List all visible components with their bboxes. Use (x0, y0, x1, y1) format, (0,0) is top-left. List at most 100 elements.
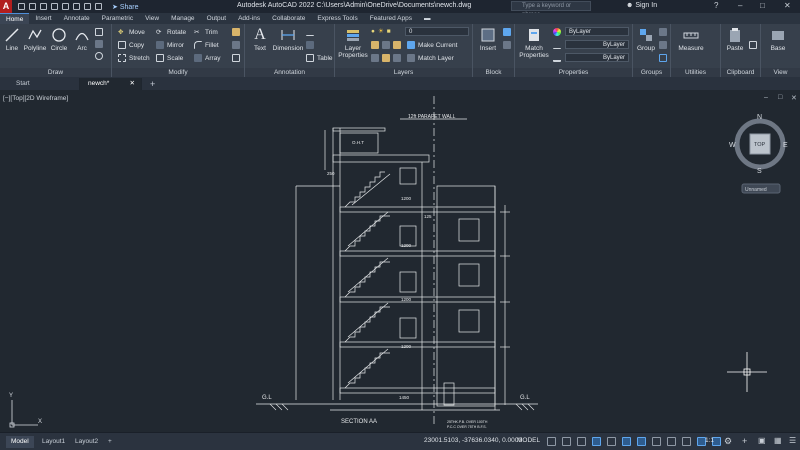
tab-view[interactable]: View (139, 13, 165, 24)
explode-icon[interactable] (232, 41, 240, 49)
polyline-button[interactable]: Polyline (22, 27, 48, 52)
ungroup-icon[interactable] (659, 28, 667, 36)
line-button[interactable]: Line (2, 27, 22, 52)
fillet-button[interactable]: Fillet (194, 41, 219, 49)
grid-icon[interactable] (547, 437, 556, 446)
copy-clip-icon[interactable] (749, 41, 757, 49)
search-input[interactable]: Type a keyword or phrase (511, 1, 591, 18)
text-button[interactable]: A Text (249, 27, 271, 53)
create-block-icon[interactable] (503, 28, 511, 36)
tab-parametric[interactable]: Parametric (96, 13, 139, 24)
lineweight-icon[interactable] (553, 54, 561, 62)
tab-express-tools[interactable]: Express Tools (311, 13, 363, 24)
model-space-toggle[interactable]: MODEL (517, 437, 540, 444)
lineweight-dropdown[interactable]: ByLayer (565, 53, 629, 62)
ellipse-icon[interactable] (95, 52, 103, 60)
maximize-button[interactable]: □ (760, 1, 765, 10)
insert-button[interactable]: Insert (477, 27, 499, 52)
redo-icon[interactable] (95, 3, 102, 10)
ortho-icon[interactable] (577, 437, 586, 446)
tab-insert[interactable]: Insert (29, 13, 57, 24)
edit-block-icon[interactable] (503, 41, 511, 49)
snap-icon[interactable] (562, 437, 571, 446)
color-wheel-icon[interactable] (553, 28, 561, 36)
save-icon[interactable] (40, 3, 47, 10)
customize-menu-icon[interactable]: ☰ (789, 436, 796, 445)
layout2-tab[interactable]: Layout2 (70, 436, 103, 448)
layers-panel-title[interactable]: Layers (335, 68, 472, 77)
isodraft-icon[interactable] (607, 437, 616, 446)
add-layout-button[interactable]: + (103, 436, 117, 448)
linetype-icon[interactable] (553, 41, 561, 49)
scale-button[interactable]: Scale (156, 54, 183, 62)
paste-button[interactable]: Paste (723, 27, 747, 52)
make-current-button[interactable]: Make Current (407, 41, 457, 49)
close-tab-icon[interactable]: ✕ (130, 78, 135, 90)
tab-manage[interactable]: Manage (165, 13, 201, 24)
drawing-tab[interactable]: newch* ✕ (80, 78, 142, 90)
object-snap-icon[interactable] (637, 437, 646, 446)
layout1-tab[interactable]: Layout1 (37, 436, 70, 448)
transparency-icon[interactable] (667, 437, 676, 446)
view-panel-title[interactable]: View (761, 68, 800, 77)
app-menu-button[interactable]: A (0, 0, 12, 13)
group-edit-icon[interactable] (659, 41, 667, 49)
group-button[interactable]: Group (635, 27, 657, 52)
model-tab[interactable]: Model (6, 436, 34, 448)
rotate-button[interactable]: ⟳ Rotate (156, 28, 186, 37)
ribbon-options-icon[interactable]: ▬ (418, 13, 437, 24)
layer-freeze-icon[interactable]: ☀ (378, 27, 384, 35)
color-dropdown[interactable]: ByLayer (565, 27, 629, 36)
minimize-button[interactable]: – (738, 1, 742, 10)
close-button[interactable]: ✕ (784, 1, 791, 10)
dimension-button[interactable]: Dimension (272, 27, 304, 52)
leader-icon[interactable] (306, 28, 314, 36)
object-snap-tracking-icon[interactable] (622, 437, 631, 446)
open-file-icon[interactable] (29, 3, 36, 10)
tab-home[interactable]: Home (0, 13, 30, 24)
layer-properties-button[interactable]: Layer Properties (338, 27, 368, 59)
units-icon[interactable]: ▣ (758, 436, 766, 445)
annotation-monitor-icon[interactable]: + (742, 436, 747, 446)
mtext-icon[interactable] (306, 41, 314, 49)
layer-lock-tool-icon[interactable] (382, 54, 390, 62)
move-button[interactable]: ✥ Move (118, 28, 145, 37)
erase-icon[interactable] (232, 28, 240, 36)
clean-screen-icon[interactable]: ▦ (774, 436, 782, 445)
tab-output[interactable]: Output (201, 13, 233, 24)
clipboard-panel-title[interactable]: Clipboard (721, 68, 760, 77)
arc-button[interactable]: Arc (72, 27, 92, 52)
polar-icon[interactable] (592, 437, 601, 446)
help-icon[interactable]: ? (714, 1, 718, 10)
new-tab-button[interactable]: + (142, 78, 163, 90)
sign-in-button[interactable]: ☻ Sign In (626, 2, 657, 9)
mirror-button[interactable]: Mirror (156, 41, 184, 49)
share-button[interactable]: ➤ Share (112, 3, 139, 11)
stretch-button[interactable]: Stretch (118, 54, 150, 62)
workspace-gear-icon[interactable]: ⚙ (724, 436, 732, 447)
plot-icon[interactable] (73, 3, 80, 10)
trim-button[interactable]: ✂ Trim (194, 28, 218, 37)
table-button[interactable]: Table (306, 54, 333, 62)
measure-button[interactable]: Measure (675, 27, 707, 52)
block-panel-title[interactable]: Block (473, 68, 514, 77)
offset-icon[interactable] (232, 54, 240, 62)
lineweight-toggle-icon[interactable] (652, 437, 661, 446)
annotation-panel-title[interactable]: Annotation (245, 68, 334, 77)
layer-unlock-icon[interactable] (393, 54, 401, 62)
selection-cycling-icon[interactable] (682, 437, 691, 446)
layer-off-icon[interactable] (382, 41, 390, 49)
match-layer-button[interactable]: Match Layer (407, 54, 454, 62)
copy-button[interactable]: Copy (118, 41, 144, 49)
layer-walk-icon[interactable] (371, 54, 379, 62)
tab-featured-apps[interactable]: Featured Apps (364, 13, 418, 24)
tab-addins[interactable]: Add-ins (232, 13, 266, 24)
draw-panel-title[interactable]: Draw (0, 68, 111, 77)
circle-button[interactable]: Circle (48, 27, 70, 52)
viewcube[interactable]: TOP N E S W (729, 114, 788, 175)
layer-lock-icon[interactable]: ■ (387, 28, 391, 35)
save-as-icon[interactable] (51, 3, 58, 10)
linetype-dropdown[interactable]: ByLayer (565, 40, 629, 49)
hatch-icon[interactable] (95, 40, 103, 48)
web-mobile-icon[interactable] (62, 3, 69, 10)
